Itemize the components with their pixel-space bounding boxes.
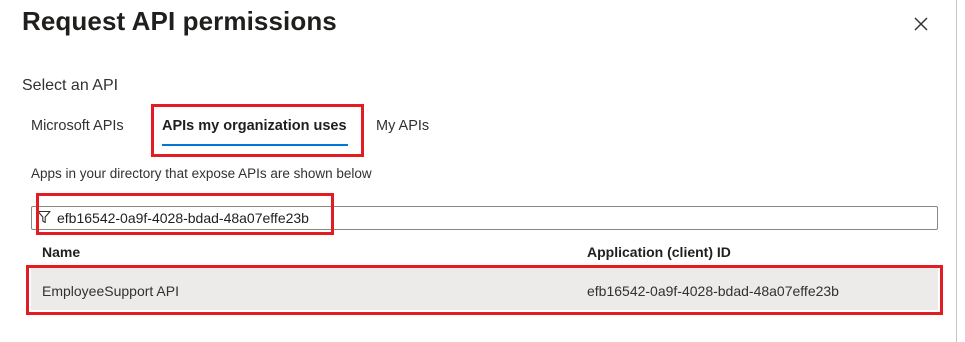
filter-icon bbox=[37, 210, 51, 224]
close-button[interactable] bbox=[909, 12, 933, 36]
close-icon bbox=[914, 17, 928, 31]
table-row[interactable]: EmployeeSupport API efb16542-0a9f-4028-b… bbox=[31, 268, 938, 310]
filter-input[interactable] bbox=[57, 208, 927, 228]
row-app-id-cell: efb16542-0a9f-4028-bdad-48a07effe23b bbox=[587, 283, 839, 299]
row-name-cell: EmployeeSupport API bbox=[42, 283, 179, 299]
column-header-name[interactable]: Name bbox=[42, 244, 80, 260]
selected-tab-indicator bbox=[162, 144, 348, 146]
header-divider bbox=[31, 266, 938, 267]
select-api-label: Select an API bbox=[22, 77, 119, 94]
request-api-permissions-panel: Request API permissions Select an API Mi… bbox=[0, 0, 965, 342]
tab-apis-my-organization-uses[interactable]: APIs my organization uses bbox=[162, 118, 347, 134]
panel-divider bbox=[956, 0, 957, 342]
filter-box bbox=[31, 206, 938, 230]
tab-microsoft-apis[interactable]: Microsoft APIs bbox=[31, 118, 124, 134]
column-header-application-id[interactable]: Application (client) ID bbox=[587, 244, 731, 260]
helper-text: Apps in your directory that expose APIs … bbox=[31, 166, 372, 181]
tab-my-apis[interactable]: My APIs bbox=[376, 118, 429, 134]
dialog-title: Request API permissions bbox=[22, 6, 337, 36]
